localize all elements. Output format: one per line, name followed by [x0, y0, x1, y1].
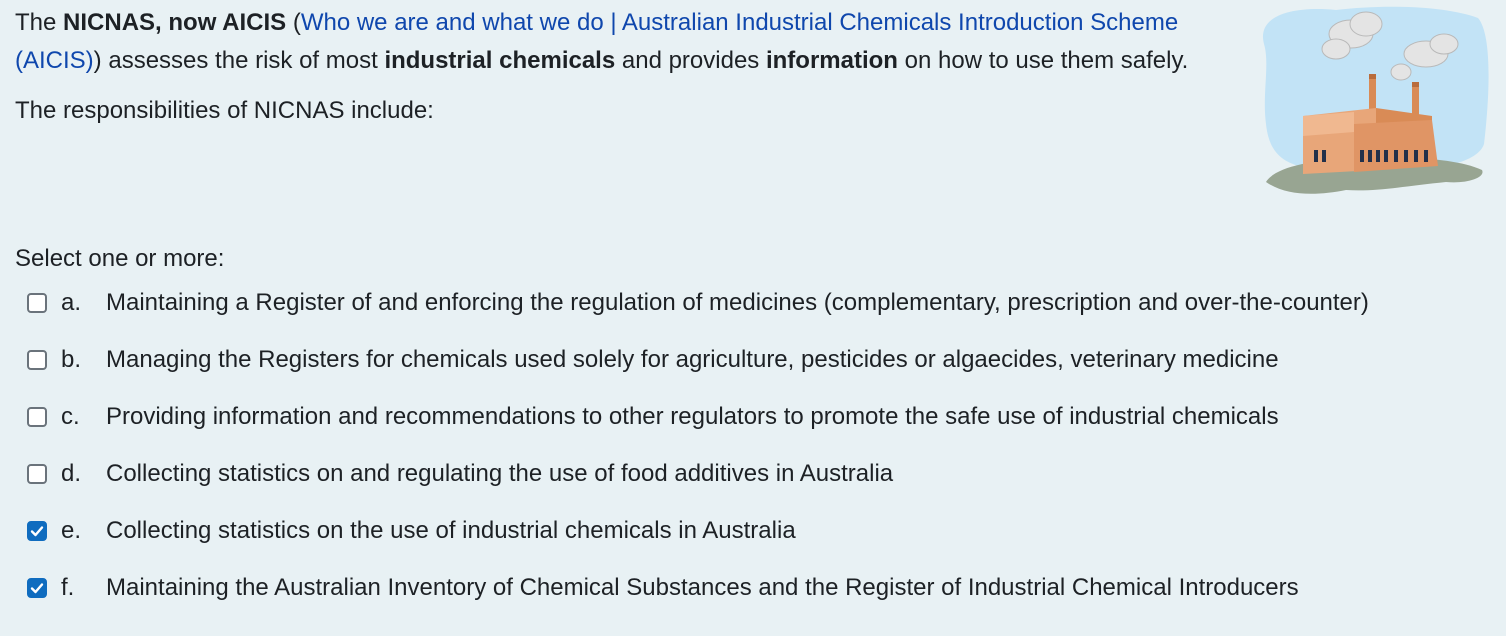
select-prompt: Select one or more:: [15, 245, 225, 272]
option-a-letter: a.: [61, 289, 82, 316]
option-b-letter: b.: [61, 346, 82, 373]
option-d-letter: d.: [61, 460, 82, 487]
option-d[interactable]: d. Collecting statistics on and regulati…: [0, 454, 1506, 511]
option-b[interactable]: b. Managing the Registers for chemicals …: [0, 340, 1506, 397]
option-d-text[interactable]: Collecting statistics on and regulating …: [106, 454, 893, 494]
assesses-text: assesses the risk of most: [101, 47, 385, 74]
paren-close: ): [93, 47, 102, 74]
option-e[interactable]: e. Collecting statistics on the use of i…: [0, 511, 1506, 568]
question-paragraph: The NICNAS, now AICIS (Who we are and wh…: [15, 4, 1245, 80]
option-c[interactable]: c. Providing information and recommendat…: [0, 397, 1506, 454]
option-c-checkbox[interactable]: [27, 407, 47, 427]
industrial-chemicals-term: industrial chemicals: [384, 47, 616, 74]
option-b-text[interactable]: Managing the Registers for chemicals use…: [106, 340, 1279, 380]
factory-image: [1262, 6, 1489, 194]
option-f[interactable]: f. Maintaining the Australian Inventory …: [0, 568, 1506, 625]
checkmark-icon: [30, 583, 44, 594]
option-e-letter: e.: [61, 517, 82, 544]
option-a[interactable]: a. Maintaining a Register of and enforci…: [0, 283, 1506, 340]
checkmark-icon: [30, 526, 44, 537]
intro-text: The: [15, 9, 64, 36]
question-text: The NICNAS, now AICIS (Who we are and wh…: [15, 4, 1245, 130]
option-f-text[interactable]: Maintaining the Australian Inventory of …: [106, 568, 1299, 608]
responsibilities-text: The responsibilities of NICNAS include:: [15, 97, 434, 124]
provides-text: and provides: [615, 47, 766, 74]
option-f-checkbox[interactable]: [27, 578, 47, 598]
option-d-checkbox[interactable]: [27, 464, 47, 484]
option-e-text[interactable]: Collecting statistics on the use of indu…: [106, 511, 796, 551]
option-c-letter: c.: [61, 403, 80, 430]
option-b-checkbox[interactable]: [27, 350, 47, 370]
option-e-checkbox[interactable]: [27, 521, 47, 541]
option-f-letter: f.: [61, 574, 75, 601]
option-c-text[interactable]: Providing information and recommendation…: [106, 397, 1279, 437]
option-a-checkbox[interactable]: [27, 293, 47, 313]
org-name: NICNAS, now AICIS: [63, 9, 287, 36]
option-a-text[interactable]: Maintaining a Register of and enforcing …: [106, 283, 1369, 323]
paren-open: (: [286, 9, 301, 36]
answer-options: a. Maintaining a Register of and enforci…: [0, 283, 1506, 625]
information-term: information: [765, 47, 898, 74]
safely-text: on how to use them safely.: [897, 47, 1189, 74]
